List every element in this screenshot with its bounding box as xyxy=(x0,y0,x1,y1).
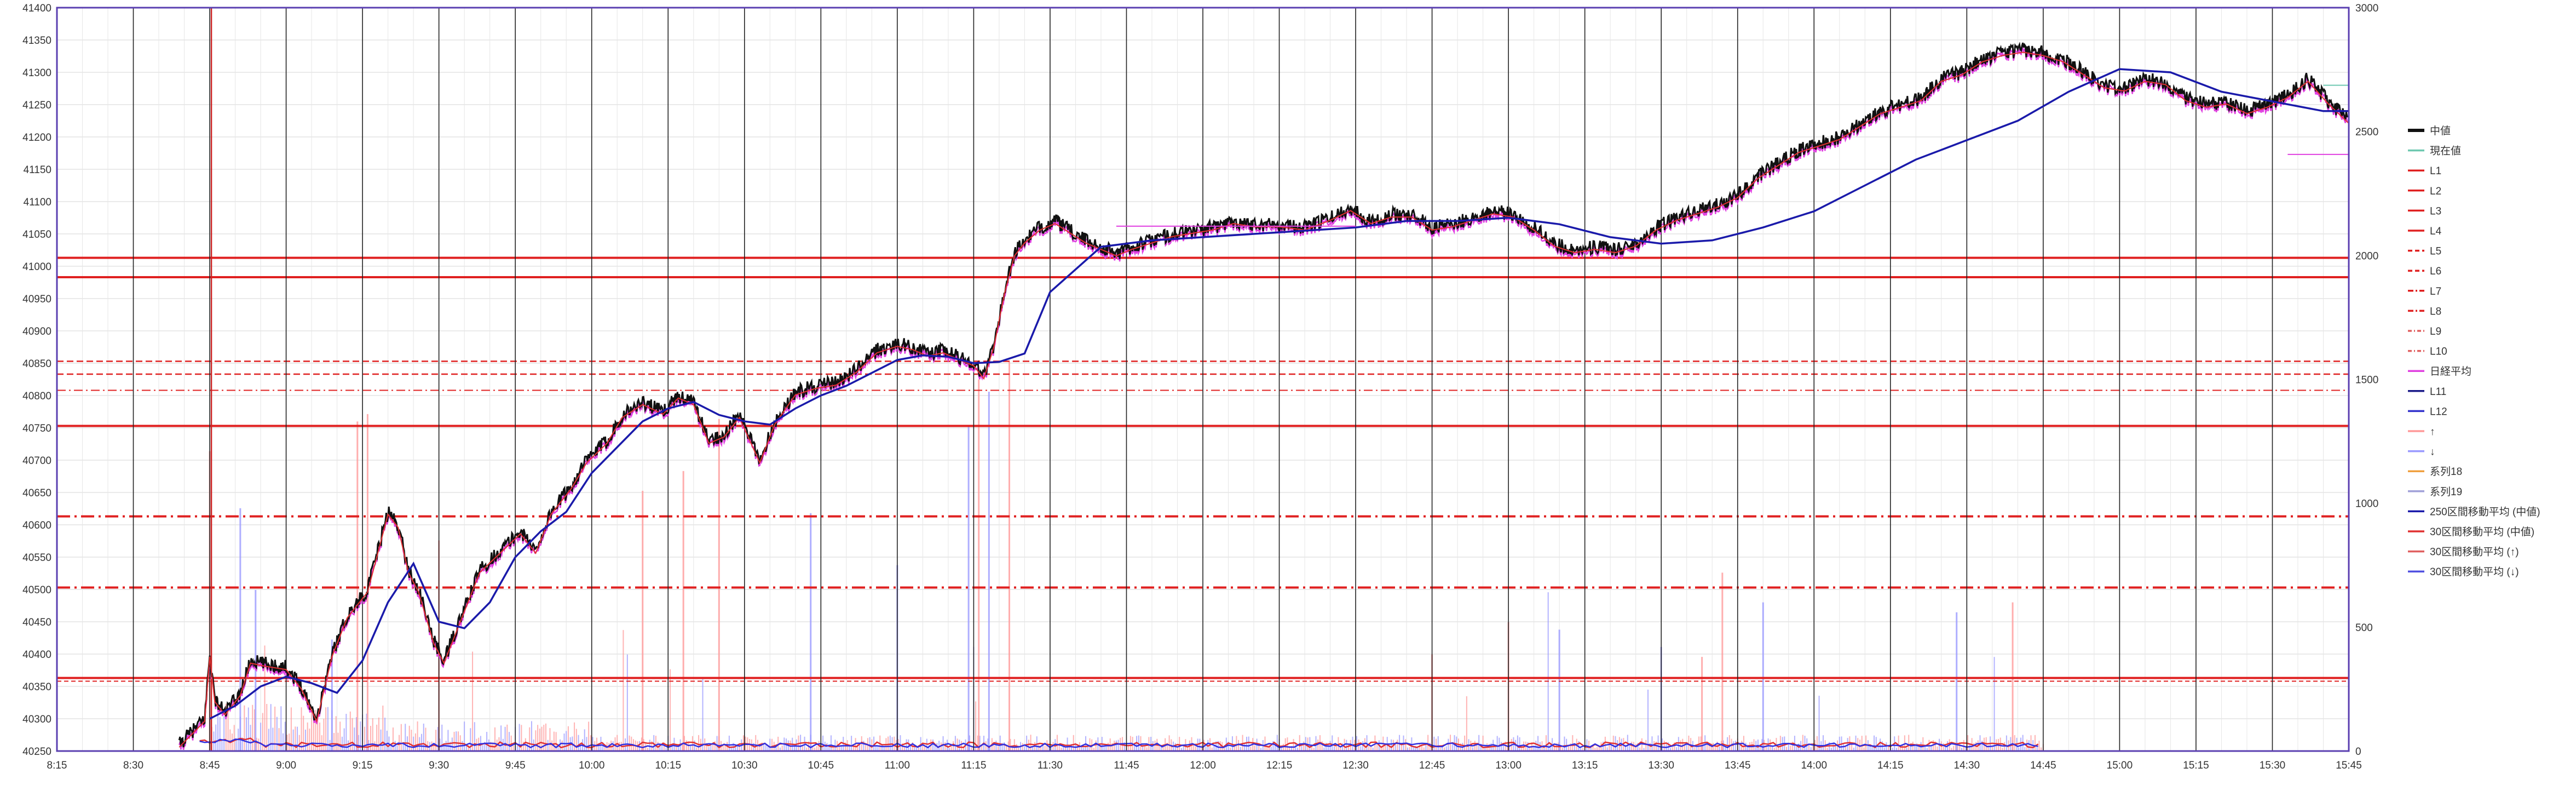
y-left-tick-label: 41000 xyxy=(22,261,51,273)
x-tick-label: 15:00 xyxy=(2107,760,2133,771)
x-tick-label: 10:45 xyxy=(808,760,834,771)
x-tick-label: 13:45 xyxy=(1725,760,1751,771)
legend-label: ↓ xyxy=(2430,446,2435,458)
y-right-tick-label: 3000 xyxy=(2355,3,2378,14)
legend-label: L7 xyxy=(2430,286,2441,297)
y-left-tick-label: 41300 xyxy=(22,67,51,79)
y-right-tick-label: 1000 xyxy=(2355,498,2378,510)
x-tick-label: 14:45 xyxy=(2030,760,2056,771)
y-left-tick-label: 40950 xyxy=(22,294,51,305)
x-tick-label: 14:00 xyxy=(1801,760,1827,771)
legend-label: 系列18 xyxy=(2430,466,2462,478)
x-tick-label: 8:30 xyxy=(123,760,143,771)
x-tick-label: 12:00 xyxy=(1190,760,1216,771)
x-tick-label: 9:15 xyxy=(353,760,373,771)
y-right-tick-label: 2500 xyxy=(2355,127,2378,138)
legend-label: 現在値 xyxy=(2430,145,2461,157)
x-tick-label: 11:15 xyxy=(961,760,986,771)
x-tick-label: 11:45 xyxy=(1114,760,1139,771)
y-left-tick-label: 41200 xyxy=(22,132,51,144)
x-tick-label: 10:15 xyxy=(655,760,681,771)
y-left-tick-label: 41250 xyxy=(22,100,51,111)
y-right-tick-label: 0 xyxy=(2355,746,2361,758)
x-tick-label: 9:30 xyxy=(429,760,449,771)
y-left-tick-label: 40350 xyxy=(22,681,51,693)
x-tick-label: 10:30 xyxy=(731,760,758,771)
legend-label: ↑ xyxy=(2430,426,2435,438)
x-tick-label: 12:45 xyxy=(1419,760,1445,771)
y-left-tick-label: 40850 xyxy=(22,358,51,370)
legend-label: L1 xyxy=(2430,165,2441,177)
chart-background xyxy=(0,0,2576,782)
x-tick-label: 13:30 xyxy=(1648,760,1674,771)
legend-label: L4 xyxy=(2430,226,2442,237)
legend-label: 30区間移動平均 (↑) xyxy=(2430,546,2519,558)
y-right-tick-label: 1500 xyxy=(2355,375,2378,386)
legend-label: L6 xyxy=(2430,266,2441,277)
y-left-tick-label: 40650 xyxy=(22,488,51,499)
legend-label: 30区間移動平均 (中値) xyxy=(2430,526,2534,538)
legend-label: 日経平均 xyxy=(2430,365,2471,377)
legend-label: L8 xyxy=(2430,306,2441,317)
y-left-tick-label: 41350 xyxy=(22,35,51,47)
x-tick-label: 9:00 xyxy=(276,760,296,771)
x-tick-label: 11:00 xyxy=(885,760,910,771)
y-left-tick-label: 41050 xyxy=(22,229,51,240)
y-left-tick-label: 40900 xyxy=(22,326,51,337)
x-tick-label: 12:15 xyxy=(1266,760,1293,771)
x-tick-label: 10:00 xyxy=(579,760,605,771)
x-tick-label: 14:30 xyxy=(1954,760,1980,771)
legend-label: L11 xyxy=(2430,386,2446,398)
y-left-tick-label: 40700 xyxy=(22,455,51,467)
y-left-tick-label: 41150 xyxy=(24,164,51,176)
x-tick-label: 14:15 xyxy=(1877,760,1904,771)
x-tick-label: 8:15 xyxy=(47,760,67,771)
chart: 40250 40300 40350 40400 40450 40500 40550 40600… xyxy=(0,0,2576,782)
x-tick-label: 13:15 xyxy=(1572,760,1598,771)
legend-label: L9 xyxy=(2430,326,2441,337)
legend-label: L3 xyxy=(2430,205,2441,217)
x-tick-label: 15:30 xyxy=(2260,760,2286,771)
x-tick-label: 13:00 xyxy=(1495,760,1522,771)
y-left-tick-label: 40750 xyxy=(22,423,51,434)
intraday-price-chart: 40250 40300 40350 40400 40450 40500 40550 40600… xyxy=(0,0,2576,782)
x-tick-label: 9:45 xyxy=(505,760,526,771)
legend-label: L2 xyxy=(2430,186,2441,197)
x-tick-label: 12:30 xyxy=(1342,760,1369,771)
legend-label: 中値 xyxy=(2430,125,2451,137)
x-tick-label: 8:45 xyxy=(200,760,220,771)
legend-label: 250区間移動平均 (中値) xyxy=(2430,506,2540,518)
y-left-tick-label: 40300 xyxy=(22,714,51,725)
y-left-tick-label: 41400 xyxy=(22,3,51,14)
y-left-tick-label: 40400 xyxy=(22,649,51,661)
y-left-tick-label: 40800 xyxy=(22,391,51,402)
y-left-tick-label: 40550 xyxy=(22,552,51,564)
legend-label: L12 xyxy=(2430,406,2447,417)
y-left-tick-label: 40450 xyxy=(22,617,51,628)
legend-label: 系列19 xyxy=(2430,486,2462,498)
legend-label: L5 xyxy=(2430,246,2441,257)
y-left-tick-label: 41100 xyxy=(24,197,51,208)
y-right-tick-label: 2000 xyxy=(2355,250,2378,262)
x-tick-label: 15:15 xyxy=(2183,760,2209,771)
y-right-tick-label: 500 xyxy=(2355,622,2373,634)
x-tick-label: 11:30 xyxy=(1038,760,1063,771)
y-left-tick-label: 40250 xyxy=(22,746,51,758)
x-tick-label: 15:45 xyxy=(2336,760,2362,771)
legend-label: L10 xyxy=(2430,346,2447,358)
y-left-tick-label: 40600 xyxy=(22,520,51,531)
legend-label: 30区間移動平均 (↓) xyxy=(2430,566,2519,578)
y-left-tick-label: 40500 xyxy=(22,585,51,596)
